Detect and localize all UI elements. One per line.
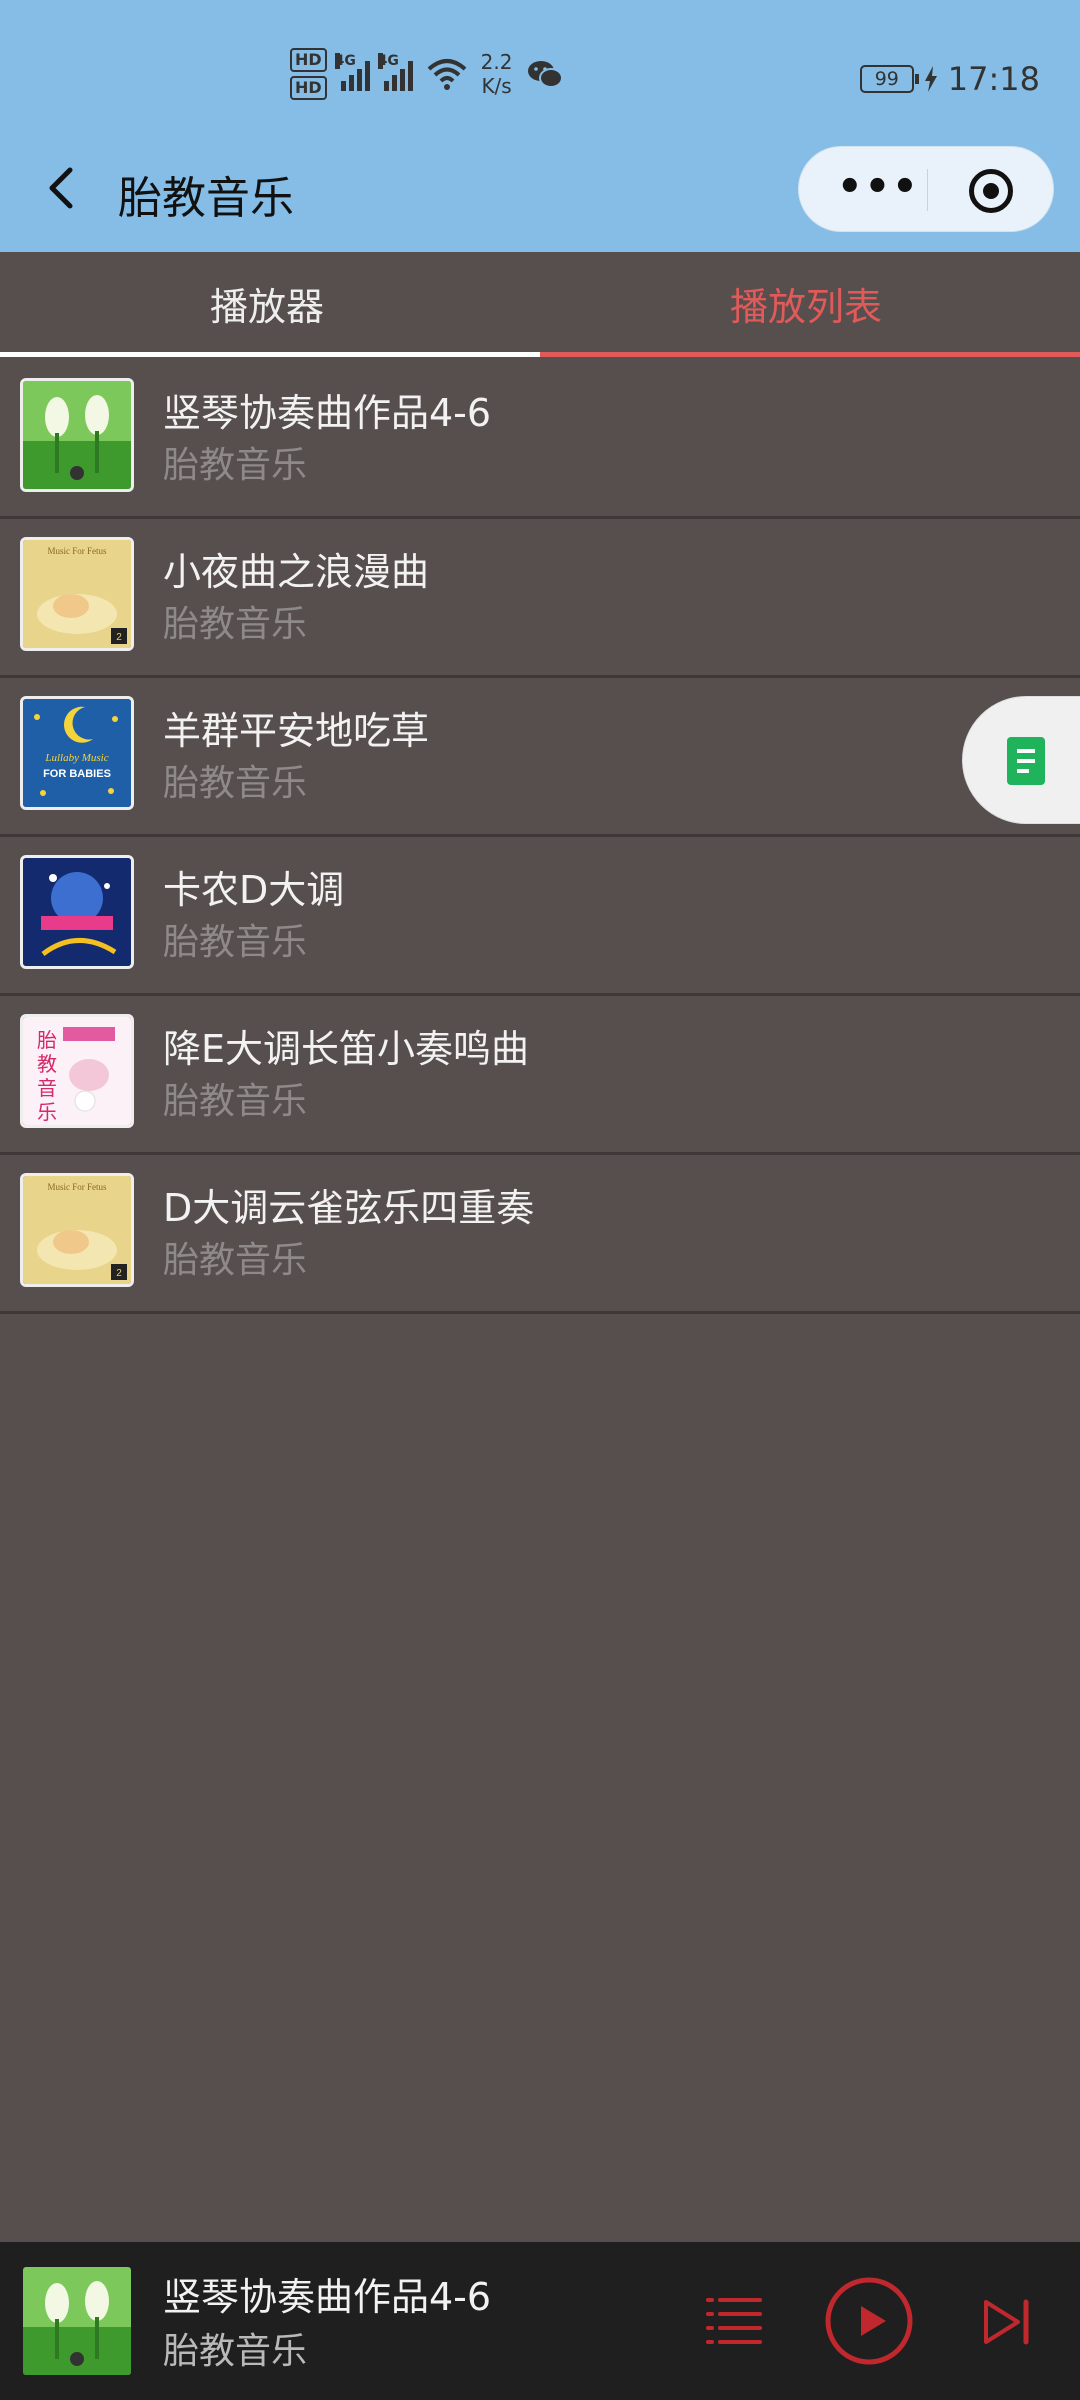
next-track-icon[interactable] <box>980 2296 1032 2348</box>
floating-document-button[interactable] <box>962 696 1080 824</box>
tab-playlist[interactable]: 播放列表 <box>730 276 882 331</box>
track-album: 胎教音乐 <box>163 1081 308 1122</box>
cover-badge: 2 <box>116 632 122 643</box>
tab-indicator-active <box>540 352 1080 357</box>
track-title: 竖琴协奏曲作品4-6 <box>163 391 492 435</box>
wechat-icon <box>528 61 564 88</box>
cover-caption: Music For Fetus <box>47 1182 107 1192</box>
speed-unit: K/s <box>481 74 512 98</box>
miniprogram-capsule: ••• <box>798 146 1054 232</box>
net2-label: 4G <box>377 53 399 69</box>
back-arrow-icon[interactable] <box>40 164 84 212</box>
more-icon[interactable]: ••• <box>837 167 920 207</box>
charging-icon <box>924 66 937 92</box>
tab-player[interactable]: 播放器 <box>210 276 324 331</box>
list-item[interactable]: Lullaby Music FOR BABIES 羊群平安地吃草 胎教音乐 <box>0 678 1080 837</box>
cover-caption: FOR BABIES <box>43 768 111 780</box>
blue-music-cover <box>20 855 134 969</box>
hd2-badge: HD <box>290 76 327 100</box>
hd1-badge: HD <box>290 48 327 72</box>
sleeping-baby-cover: Music For Fetus 2 <box>20 537 134 651</box>
track-album: 胎教音乐 <box>163 604 308 645</box>
battery-icon: 99 <box>859 65 919 93</box>
track-album: 胎教音乐 <box>163 922 308 963</box>
net1-label: 4G <box>334 53 356 69</box>
capsule-divider <box>927 169 928 211</box>
mini-player[interactable]: 竖琴协奏曲作品4-6 胎教音乐 <box>0 2242 1080 2400</box>
list-item[interactable]: 卡农D大调 胎教音乐 <box>0 837 1080 996</box>
close-target-icon[interactable] <box>969 169 1013 213</box>
signal-icon-2: 4G <box>377 53 413 91</box>
cover-caption: 音 <box>37 1076 57 1100</box>
list-item[interactable]: 胎 教 音 乐 降E大调长笛小奏鸣曲 胎教音乐 <box>0 996 1080 1155</box>
hd-indicators: HD HD <box>290 48 327 100</box>
clock: 17:18 <box>947 60 1040 98</box>
speed-value: 2.2 <box>480 50 513 74</box>
top-header: HD HD 4G 4G 2.2 K/s 99 17:18 胎教音乐 ••• <box>0 0 1080 252</box>
track-title: 羊群平安地吃草 <box>163 709 430 753</box>
track-title: 降E大调长笛小奏鸣曲 <box>163 1027 530 1071</box>
now-playing-title: 竖琴协奏曲作品4-6 <box>163 2275 492 2319</box>
play-icon[interactable] <box>824 2276 914 2366</box>
list-item[interactable]: 竖琴协奏曲作品4-6 胎教音乐 <box>0 360 1080 519</box>
cover-caption: Lullaby Music <box>44 752 108 764</box>
cover-caption: Music For Fetus <box>47 546 107 556</box>
sleeping-baby-cover: Music For Fetus 2 <box>20 1173 134 1287</box>
playlist: 竖琴协奏曲作品4-6 胎教音乐 Music For Fetus 2 小夜曲之浪漫… <box>0 360 1080 1314</box>
pink-baby-cover: 胎 教 音 乐 <box>20 1014 134 1128</box>
track-title: 小夜曲之浪漫曲 <box>163 550 430 594</box>
green-flowers-cover <box>20 2264 134 2378</box>
cover-caption: 乐 <box>37 1100 57 1124</box>
nav-bar: 胎教音乐 ••• <box>0 140 1080 240</box>
cover-badge: 2 <box>116 1268 122 1279</box>
track-title: 卡农D大调 <box>163 868 345 912</box>
page-title: 胎教音乐 <box>118 173 294 224</box>
green-flowers-cover <box>20 378 134 492</box>
list-item[interactable]: Music For Fetus 2 小夜曲之浪漫曲 胎教音乐 <box>0 519 1080 678</box>
track-album: 胎教音乐 <box>163 1240 308 1281</box>
lullaby-moon-cover: Lullaby Music FOR BABIES <box>20 696 134 810</box>
track-title: D大调云雀弦乐四重奏 <box>163 1186 535 1230</box>
wifi-icon <box>427 59 466 90</box>
cover-caption: 教 <box>37 1052 57 1076</box>
document-icon <box>1007 737 1045 785</box>
playlist-icon[interactable] <box>706 2294 762 2348</box>
signal-icon: 4G <box>334 53 370 91</box>
network-speed: 2.2 K/s <box>481 50 513 98</box>
tab-bar: 播放器 播放列表 <box>0 252 1080 360</box>
tab-indicator-inactive <box>0 352 540 357</box>
status-bar: HD HD 4G 4G 2.2 K/s 99 17:18 <box>0 40 1080 120</box>
status-left-icons: HD HD 4G 4G 2.2 K/s <box>290 48 564 100</box>
list-item[interactable]: Music For Fetus 2 D大调云雀弦乐四重奏 胎教音乐 <box>0 1155 1080 1314</box>
track-album: 胎教音乐 <box>163 445 308 486</box>
status-right-icons: 99 17:18 <box>859 60 1040 98</box>
cover-caption: 胎 <box>37 1028 57 1052</box>
now-playing-album: 胎教音乐 <box>163 2331 308 2372</box>
track-album: 胎教音乐 <box>163 763 308 804</box>
